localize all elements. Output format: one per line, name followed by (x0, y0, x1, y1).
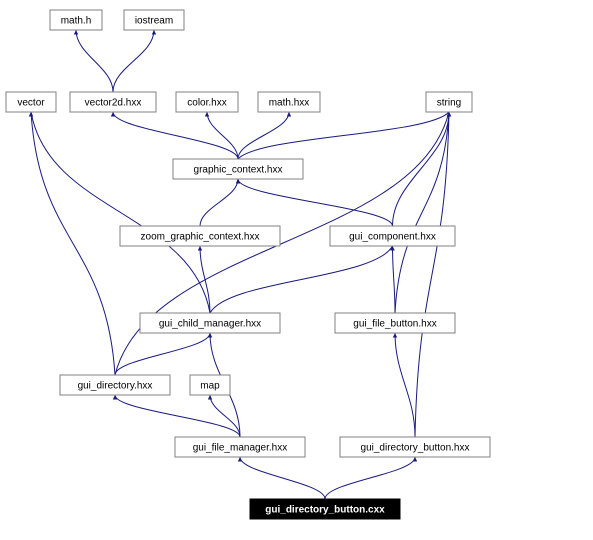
node-box[interactable] (6, 92, 56, 112)
edge-gui_file_manager-gui_directory (115, 395, 240, 437)
edge-gui_child_manager-zoom_gc (200, 246, 210, 313)
node-gui_file_manager[interactable]: gui_file_manager.hxx (175, 437, 305, 457)
arrowhead-icon (238, 457, 242, 462)
node-vector[interactable]: vector (6, 92, 56, 112)
node-box[interactable] (50, 10, 102, 30)
edge-root-gui_file_manager (240, 457, 325, 499)
edge-root-gui_dir_button_h (325, 457, 415, 499)
arrowhead-icon (205, 112, 209, 117)
node-box[interactable] (330, 226, 455, 246)
arrowhead-icon (208, 333, 212, 338)
edge-gui_child_manager-vector (31, 112, 210, 313)
arrowhead-icon (447, 112, 451, 117)
node-box[interactable] (176, 92, 238, 112)
node-zoom_gc[interactable]: zoom_graphic_context.hxx (120, 226, 280, 246)
edge-gui_child_manager-gui_component (210, 246, 393, 313)
edge-vector2d-math_h (76, 30, 113, 92)
arrowhead-icon (152, 30, 156, 35)
node-color[interactable]: color.hxx (176, 92, 238, 112)
node-math_hxx[interactable]: math.hxx (258, 92, 320, 112)
edge-graphic_context-math_hxx (238, 112, 289, 159)
node-box[interactable] (173, 159, 303, 179)
node-box[interactable] (190, 375, 230, 395)
arrowhead-icon (413, 457, 417, 462)
arrowhead-icon (287, 112, 291, 117)
node-box[interactable] (426, 92, 472, 112)
node-box[interactable] (140, 313, 280, 333)
node-graphic_context[interactable]: graphic_context.hxx (173, 159, 303, 179)
edge-gui_directory-gui_child_manager (115, 333, 210, 375)
node-gui_child_manager[interactable]: gui_child_manager.hxx (140, 313, 280, 333)
node-box[interactable] (120, 226, 280, 246)
node-box[interactable] (340, 437, 490, 457)
edge-gui_file_button-gui_component (393, 246, 396, 313)
node-map[interactable]: map (190, 375, 230, 395)
arrowhead-icon (113, 395, 117, 400)
edge-graphic_context-vector2d (113, 112, 238, 159)
node-box[interactable] (60, 375, 170, 395)
node-gui_file_button[interactable]: gui_file_button.hxx (335, 313, 455, 333)
node-iostream[interactable]: iostream (124, 10, 184, 30)
node-gui_dir_button_h[interactable]: gui_directory_button.hxx (340, 437, 490, 457)
node-box[interactable] (175, 437, 305, 457)
edge-vector2d-iostream (113, 30, 154, 92)
arrowhead-icon (198, 246, 202, 251)
node-box[interactable] (70, 92, 156, 112)
node-box[interactable] (258, 92, 320, 112)
edge-gui_dir_button_h-gui_file_button (395, 333, 415, 437)
edge-gui_directory-vector (31, 112, 115, 375)
node-vector2d[interactable]: vector2d.hxx (70, 92, 156, 112)
arrowhead-icon (236, 179, 240, 184)
dependency-graph: gui_directory_button.cxx gui_file_manager… (0, 0, 593, 540)
node-gui_directory[interactable]: gui_directory.hxx (60, 375, 170, 395)
node-root[interactable]: gui_directory_button.cxx (250, 499, 400, 519)
arrowhead-icon (208, 395, 212, 400)
edge-graphic_context-color (207, 112, 238, 159)
node-box[interactable] (250, 499, 400, 519)
edge-gui_component-string (393, 112, 450, 226)
edge-graphic_context-string (238, 112, 449, 159)
arrowhead-icon (393, 333, 397, 338)
node-gui_component[interactable]: gui_component.hxx (330, 226, 455, 246)
node-string[interactable]: string (426, 92, 472, 112)
node-box[interactable] (124, 10, 184, 30)
node-box[interactable] (335, 313, 455, 333)
edge-gui_file_manager-map (210, 395, 240, 437)
arrowhead-icon (29, 112, 33, 117)
edge-gui_dir_button_h-string (415, 112, 449, 437)
node-math_h[interactable]: math.h (50, 10, 102, 30)
edge-gui_component-graphic_context (238, 179, 393, 226)
edge-zoom_gc-graphic_context (200, 179, 238, 226)
arrowhead-icon (111, 112, 115, 117)
arrowhead-icon (74, 30, 78, 35)
